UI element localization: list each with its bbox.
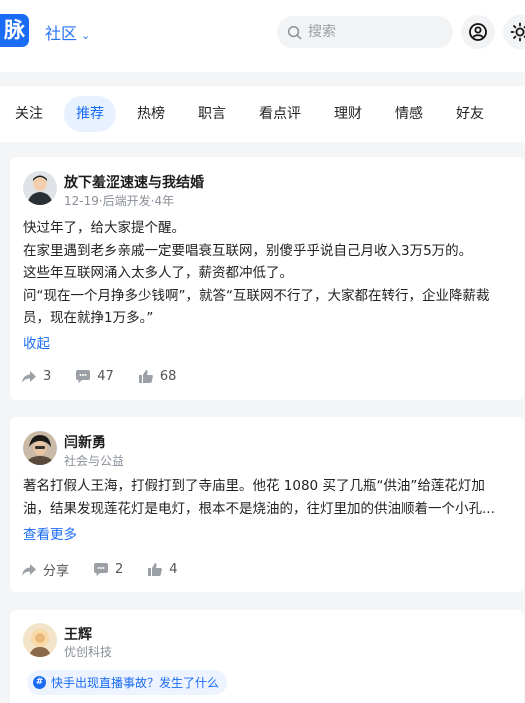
comment-icon bbox=[76, 370, 91, 383]
hash-icon: # bbox=[33, 676, 46, 689]
user-button[interactable] bbox=[461, 15, 495, 49]
tab-emotion[interactable]: 情感 bbox=[383, 96, 435, 132]
search-icon bbox=[287, 25, 302, 39]
tab-reviews[interactable]: 看点评 bbox=[247, 96, 313, 132]
like-icon bbox=[148, 563, 163, 576]
tab-workplace[interactable]: 职言 bbox=[186, 96, 238, 132]
community-dropdown[interactable]: 社区 ⌄ bbox=[45, 20, 90, 44]
search-box[interactable] bbox=[277, 16, 453, 48]
post-line: 在家里遇到老乡亲戚一定要唱衰互联网，别傻乎乎说自己月收入3万5万的。 bbox=[23, 242, 473, 259]
comment-button[interactable]: 47 bbox=[75, 369, 114, 384]
like-count: 68 bbox=[159, 369, 177, 384]
post-line: 问“现在一个月挣多少钱啊”，就答“互联网不行了，大家都在转行，企业降薪裁 bbox=[23, 287, 490, 304]
author-name[interactable]: 王辉 bbox=[64, 624, 92, 644]
post-body[interactable]: 著名打假人王海，打假打到了寺庙里。他花 1080 买了几瓶“供油”给莲花灯加 油… bbox=[23, 475, 515, 520]
collapse-link[interactable]: 收起 bbox=[23, 332, 50, 352]
share-icon bbox=[22, 563, 36, 576]
like-button[interactable]: 4 bbox=[147, 562, 178, 577]
comment-count: 2 bbox=[115, 562, 124, 577]
chevron-down-icon: ⌄ bbox=[81, 29, 91, 42]
topic-tag[interactable]: # 快手出现直播事故？发生了什么 bbox=[27, 670, 228, 695]
tab-hot[interactable]: 热榜 bbox=[125, 96, 177, 132]
topic-label: 快手出现直播事故？发生了什么 bbox=[51, 676, 220, 690]
author-name[interactable]: 闫新勇 bbox=[64, 432, 106, 452]
theme-toggle-button[interactable] bbox=[503, 15, 525, 49]
author-meta: 社会与公益 bbox=[64, 454, 125, 468]
author-name[interactable]: 放下羞涩速速与我结婚 bbox=[64, 172, 204, 192]
post-card[interactable]: 王辉 优创科技 # 快手出现直播事故？发生了什么 bbox=[10, 610, 524, 703]
comment-icon bbox=[94, 563, 109, 576]
tab-friends[interactable]: 好友 bbox=[444, 96, 496, 132]
feed-tabs: 关注 推荐 热榜 职言 看点评 理财 情感 好友 bbox=[0, 86, 525, 142]
search-input[interactable] bbox=[308, 24, 438, 40]
avatar[interactable] bbox=[23, 171, 57, 205]
user-icon bbox=[469, 23, 487, 41]
see-more-link[interactable]: 查看更多 bbox=[23, 523, 77, 543]
share-count: 3 bbox=[43, 369, 52, 384]
top-header: 脉 社区 ⌄ bbox=[0, 0, 525, 72]
comment-count: 47 bbox=[97, 369, 114, 384]
like-button[interactable]: 68 bbox=[138, 369, 177, 384]
share-button[interactable]: 3 bbox=[21, 369, 51, 384]
tab-finance[interactable]: 理财 bbox=[322, 96, 374, 132]
share-icon bbox=[22, 370, 36, 383]
share-button[interactable]: 分享 bbox=[21, 560, 69, 579]
comment-button[interactable]: 2 bbox=[93, 562, 123, 577]
maimai-logo[interactable]: 脉 bbox=[0, 14, 29, 47]
like-icon bbox=[138, 370, 153, 383]
post-line: 快过年了，给大家提个醒。 bbox=[23, 220, 185, 236]
post-line: 这些年互联网涌入太多人了，薪资都冲低了。 bbox=[23, 265, 293, 281]
like-count: 4 bbox=[169, 562, 178, 577]
post-body[interactable]: 快过年了，给大家提个醒。 在家里遇到老乡亲戚一定要唱衰互联网，别傻乎乎说自己月收… bbox=[23, 217, 515, 330]
post-line: 著名打假人王海，打假打到了寺庙里。他花 1080 买了几瓶“供油”给莲花灯加 bbox=[23, 478, 485, 494]
post-card[interactable]: 放下羞涩速速与我结婚 12-19·后端开发·4年 快过年了，给大家提个醒。 在家… bbox=[10, 157, 524, 400]
post-actions: 3 47 68 bbox=[21, 369, 200, 384]
sun-icon bbox=[510, 22, 525, 42]
author-meta: 12-19·后端开发·4年 bbox=[64, 194, 175, 208]
author-meta: 优创科技 bbox=[64, 645, 113, 659]
avatar[interactable] bbox=[23, 431, 57, 465]
tab-recommend[interactable]: 推荐 bbox=[64, 96, 116, 132]
post-card[interactable]: 闫新勇 社会与公益 著名打假人王海，打假打到了寺庙里。他花 1080 买了几瓶“… bbox=[10, 417, 524, 592]
post-line: 员，现在就挣1万多。” bbox=[23, 310, 154, 326]
share-label: 分享 bbox=[43, 564, 70, 579]
avatar[interactable] bbox=[23, 623, 57, 657]
post-line: 油，结果发现莲花灯是电灯，根本不是烧油的，往灯里加的供油顺着一个小孔... bbox=[23, 500, 495, 517]
tab-follow[interactable]: 关注 bbox=[3, 96, 55, 132]
post-actions: 分享 2 4 bbox=[21, 560, 202, 579]
community-label: 社区 bbox=[45, 24, 78, 43]
